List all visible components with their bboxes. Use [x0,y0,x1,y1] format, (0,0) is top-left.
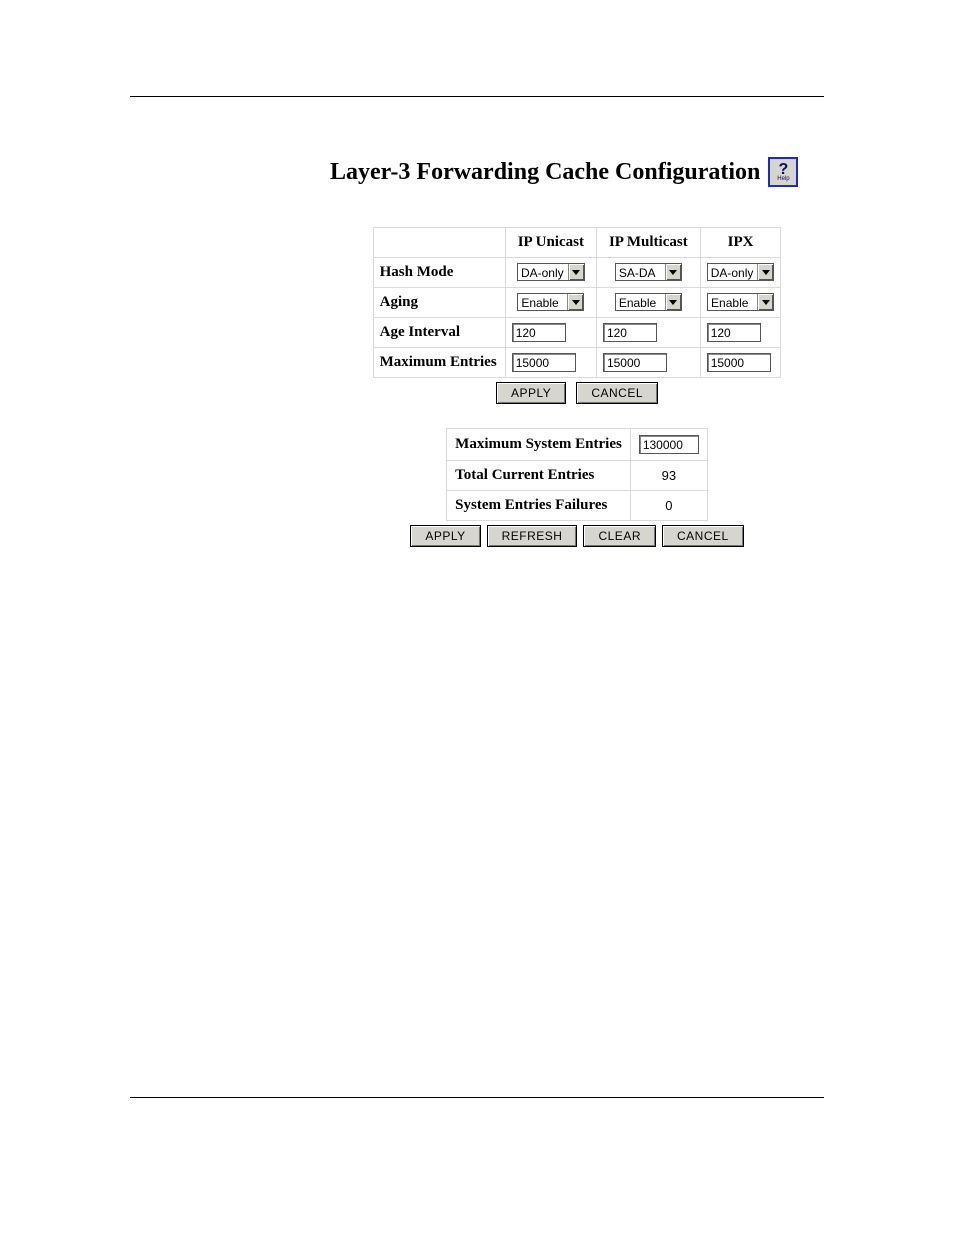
age-interval-ip-unicast-input[interactable]: 120 [512,323,566,342]
help-label: Help [777,176,789,182]
max-entries-ipx-input[interactable]: 15000 [707,353,771,372]
aging-ipx-value: Enable [708,294,757,310]
dropdown-icon [568,264,584,280]
col-empty [373,228,505,258]
help-icon: ? [779,164,789,176]
stats-table-wrap: Maximum System Entries 130000 Total Curr… [330,428,824,521]
config-table: IP Unicast IP Multicast IPX Hash Mode DA… [373,227,782,378]
bottom-rule [130,1097,824,1098]
hash-mode-ipx-select[interactable]: DA-only [707,263,775,281]
dropdown-icon [567,294,583,310]
aging-ip-unicast-select[interactable]: Enable [517,293,584,311]
row-maximum-entries: Maximum Entries 15000 15000 15000 [373,348,781,378]
aging-ip-unicast-value: Enable [518,294,567,310]
row-hash-mode: Hash Mode DA-only SA-DA DA-only [373,258,781,288]
hash-mode-ip-unicast-select[interactable]: DA-only [517,263,585,281]
table2-button-row: APPLY REFRESH CLEAR CANCEL [330,525,824,547]
age-interval-ip-multicast-input[interactable]: 120 [603,323,657,342]
content-area: Layer-3 Forwarding Cache Configuration ?… [330,157,824,547]
max-system-entries-input[interactable]: 130000 [639,435,699,454]
hash-mode-ipx-value: DA-only [708,264,758,280]
clear-button[interactable]: CLEAR [583,525,656,547]
hash-mode-ip-unicast-value: DA-only [518,264,568,280]
apply-button-2[interactable]: APPLY [410,525,480,547]
aging-ip-multicast-value: Enable [616,294,665,310]
label-max-system-entries: Maximum System Entries [447,429,631,461]
aging-ipx-select[interactable]: Enable [707,293,774,311]
col-ipx: IPX [700,228,781,258]
cancel-button-2[interactable]: CANCEL [662,525,744,547]
system-entries-failures-value: 0 [630,491,707,521]
hash-mode-ip-multicast-select[interactable]: SA-DA [615,263,682,281]
title-row: Layer-3 Forwarding Cache Configuration ?… [330,157,824,187]
age-interval-ipx-input[interactable]: 120 [707,323,761,342]
label-total-current-entries: Total Current Entries [447,461,631,491]
label-maximum-entries: Maximum Entries [373,348,505,378]
dropdown-icon [665,294,681,310]
label-age-interval: Age Interval [373,318,505,348]
label-hash-mode: Hash Mode [373,258,505,288]
top-rule [130,96,824,97]
hash-mode-ip-multicast-value: SA-DA [616,264,665,280]
max-entries-ip-unicast-input[interactable]: 15000 [512,353,576,372]
max-entries-ip-multicast-input[interactable]: 15000 [603,353,667,372]
dropdown-icon [757,294,773,310]
page-title: Layer-3 Forwarding Cache Configuration [330,159,760,186]
dropdown-icon [665,264,681,280]
row-aging: Aging Enable Enable Enable [373,288,781,318]
aging-ip-multicast-select[interactable]: Enable [615,293,682,311]
cancel-button[interactable]: CANCEL [576,382,658,404]
table1-button-row: APPLY CANCEL [330,382,824,404]
label-system-entries-failures: System Entries Failures [447,491,631,521]
row-system-entries-failures: System Entries Failures 0 [447,491,708,521]
refresh-button[interactable]: REFRESH [487,525,578,547]
row-max-system-entries: Maximum System Entries 130000 [447,429,708,461]
dropdown-icon [757,264,773,280]
total-current-entries-value: 93 [630,461,707,491]
label-aging: Aging [373,288,505,318]
header-row: IP Unicast IP Multicast IPX [373,228,781,258]
help-button[interactable]: ? Help [768,157,798,187]
stats-table: Maximum System Entries 130000 Total Curr… [446,428,708,521]
col-ip-multicast: IP Multicast [596,228,700,258]
col-ip-unicast: IP Unicast [505,228,596,258]
config-table-wrap: IP Unicast IP Multicast IPX Hash Mode DA… [330,227,824,378]
row-total-current-entries: Total Current Entries 93 [447,461,708,491]
row-age-interval: Age Interval 120 120 120 [373,318,781,348]
apply-button[interactable]: APPLY [496,382,566,404]
